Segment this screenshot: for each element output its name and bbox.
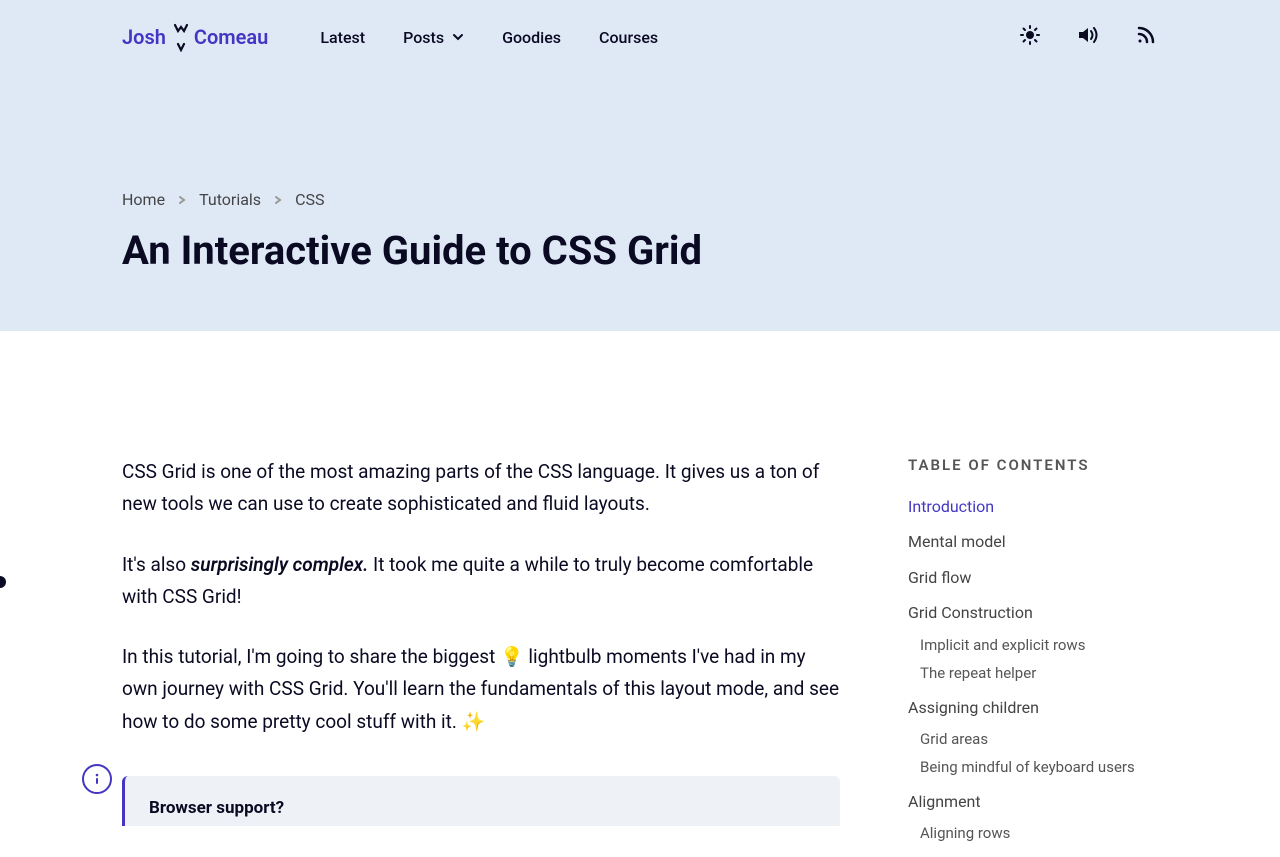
theme-toggle[interactable] [1018, 25, 1042, 49]
table-of-contents: TABLE OF CONTENTS Introduction Mental mod… [908, 456, 1158, 857]
toc-link[interactable]: Grid areas [920, 729, 1158, 750]
header-right [1018, 25, 1158, 49]
title-area: Home Tutorials CSS An Interactive Guide … [0, 60, 1280, 275]
primary-nav: Latest Posts Goodies Courses [320, 28, 658, 47]
nav-posts-label: Posts [403, 28, 444, 47]
sound-toggle[interactable] [1076, 25, 1100, 49]
sun-icon [1020, 25, 1040, 49]
breadcrumb-css[interactable]: CSS [295, 190, 324, 209]
info-callout: Browser support? [122, 776, 840, 826]
callout-title: Browser support? [149, 798, 816, 818]
toc-sublist: Implicit and explicit rows The repeat hel… [920, 635, 1158, 684]
toc-link[interactable]: Mental model [908, 531, 1158, 553]
page-title: An Interactive Guide to CSS Grid [122, 227, 1158, 275]
toc-item: Aligning rows [920, 823, 1158, 844]
chevron-right-icon [273, 195, 283, 205]
toc-link[interactable]: Implicit and explicit rows [920, 635, 1158, 656]
info-icon [82, 764, 112, 794]
nav-goodies[interactable]: Goodies [502, 28, 561, 47]
logo-last-name: Comeau [194, 25, 268, 49]
article-body: CSS Grid is one of the most amazing part… [122, 456, 840, 857]
intro-paragraph-1: CSS Grid is one of the most amazing part… [122, 456, 840, 521]
toc-link[interactable]: Being mindful of keyboard users [920, 757, 1158, 778]
breadcrumb: Home Tutorials CSS [122, 190, 1158, 209]
site-header: Josh Comeau Latest Posts [0, 0, 1280, 60]
mascot-icon [170, 22, 192, 52]
toc-link[interactable]: The repeat helper [920, 663, 1158, 684]
toc-link[interactable]: Alignment [908, 791, 1158, 813]
toc-item: Implicit and explicit rows [920, 635, 1158, 656]
nav-courses[interactable]: Courses [599, 28, 658, 47]
toc-item: Grid flow [908, 567, 1158, 589]
toc-item: Alignment Aligning rows [908, 791, 1158, 844]
chevron-right-icon [177, 195, 187, 205]
nav-latest[interactable]: Latest [320, 28, 365, 47]
toc-item: The repeat helper [920, 663, 1158, 684]
toc-link[interactable]: Aligning rows [920, 823, 1158, 844]
toc-item: Mental model [908, 531, 1158, 553]
toc-sublist: Grid areas Being mindful of keyboard user… [920, 729, 1158, 778]
toc-list: Introduction Mental model Grid flow Grid Co… [908, 496, 1158, 844]
toc-link[interactable]: Grid Construction [908, 602, 1158, 624]
toc-link[interactable]: Assigning children [908, 697, 1158, 719]
nav-posts[interactable]: Posts [403, 28, 464, 47]
rss-link[interactable] [1134, 25, 1158, 49]
toc-link[interactable]: Introduction [908, 496, 1158, 518]
toc-heading: TABLE OF CONTENTS [908, 456, 1158, 474]
toc-item: Introduction [908, 496, 1158, 518]
breadcrumb-tutorials[interactable]: Tutorials [199, 190, 261, 209]
intro-paragraph-3: In this tutorial, I'm going to share the… [122, 641, 840, 738]
chevron-down-icon [452, 28, 464, 47]
toc-item: Grid Construction Implicit and explicit r… [908, 602, 1158, 683]
volume-icon [1077, 25, 1099, 49]
toc-link[interactable]: Grid flow [908, 567, 1158, 589]
intro-paragraph-2: It's also surprisingly complex. It took … [122, 549, 840, 614]
logo-first-name: Josh [122, 25, 166, 49]
header-left: Josh Comeau Latest Posts [122, 22, 658, 52]
toc-item: Assigning children Grid areas Being mindfu… [908, 697, 1158, 778]
logo[interactable]: Josh Comeau [122, 22, 268, 52]
toc-item: Grid areas [920, 729, 1158, 750]
toc-sublist: Aligning rows [920, 823, 1158, 844]
emphasis-text: surprisingly complex. [191, 553, 369, 576]
content-wrapper: CSS Grid is one of the most amazing part… [0, 331, 1280, 857]
breadcrumb-home[interactable]: Home [122, 190, 165, 209]
toc-item: Being mindful of keyboard users [920, 757, 1158, 778]
rss-icon [1136, 25, 1156, 49]
